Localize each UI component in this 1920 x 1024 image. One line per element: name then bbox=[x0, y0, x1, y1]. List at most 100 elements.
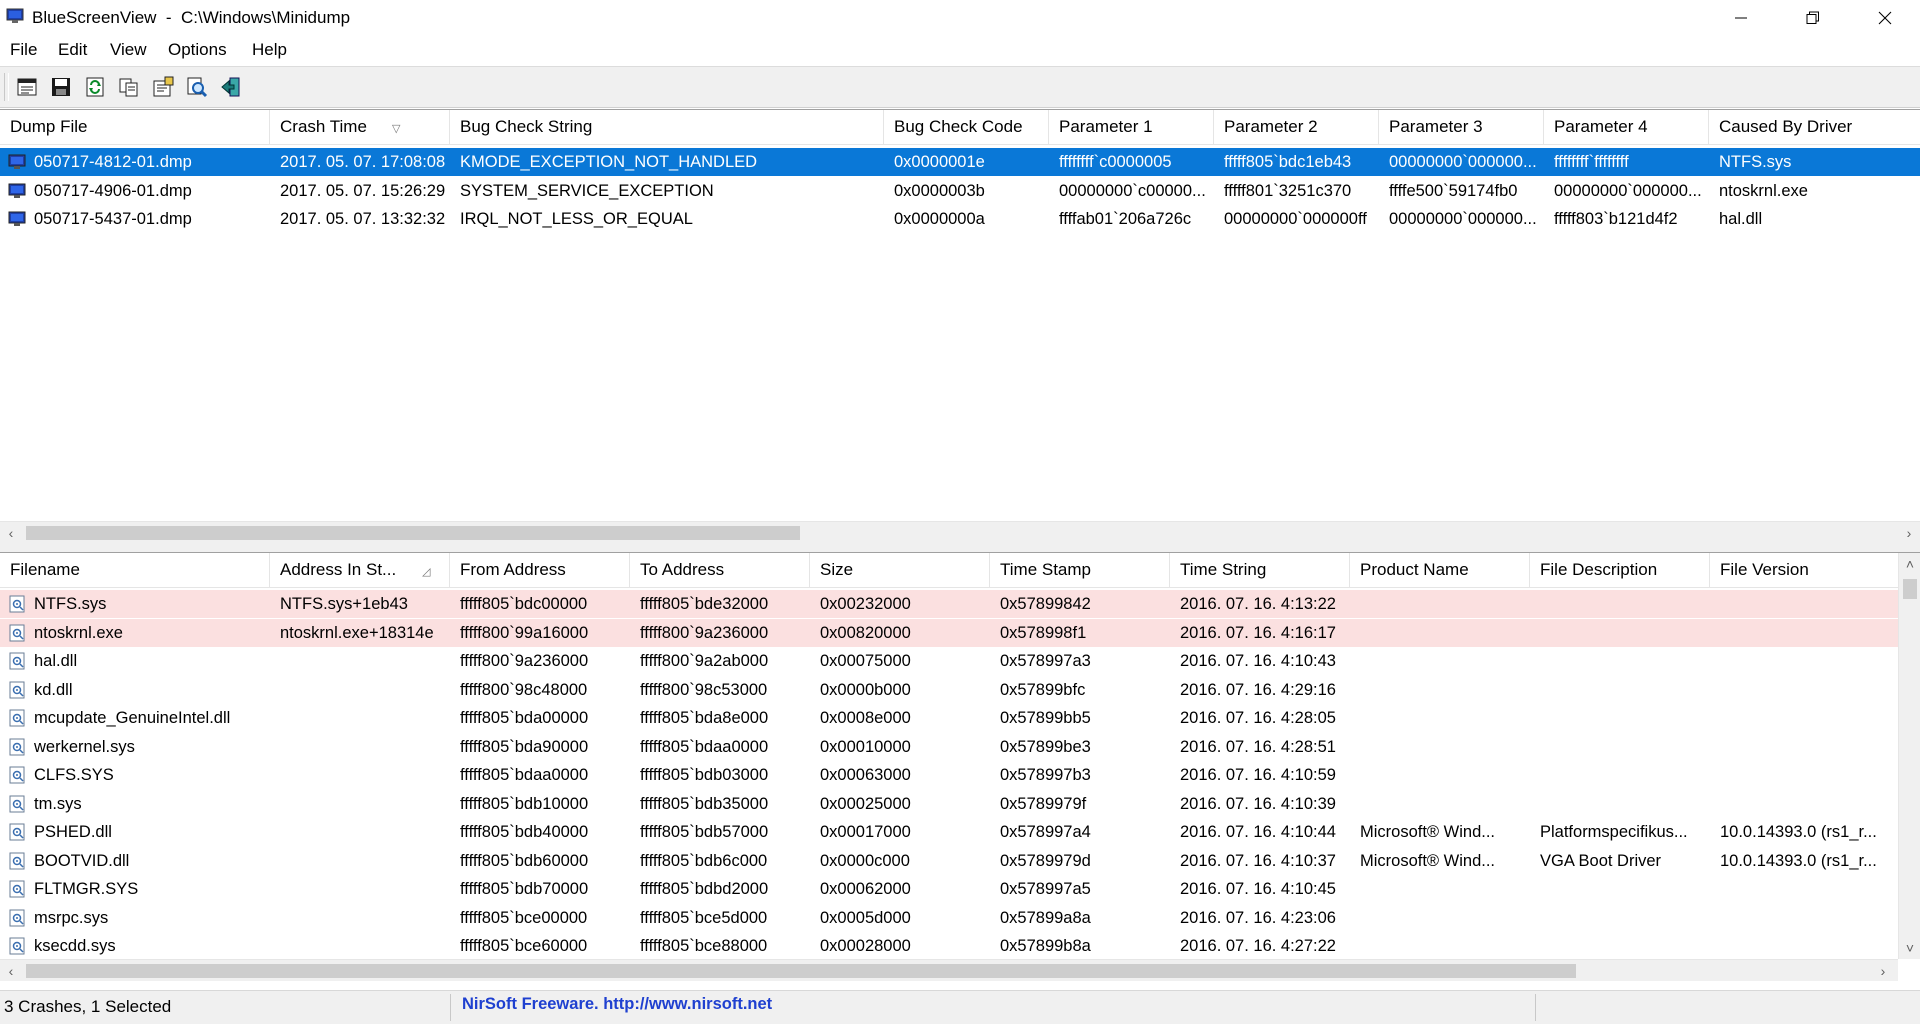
restore-button[interactable] bbox=[1778, 0, 1848, 36]
driver-row[interactable]: BOOTVID.dll fffff805`bdb60000 fffff805`bdb… bbox=[0, 847, 1898, 875]
scroll-right-icon[interactable]: › bbox=[1872, 960, 1894, 981]
driver-row[interactable]: tm.sys fffff805`bdb10000 fffff805`bdb35000… bbox=[0, 790, 1898, 818]
cell-from-address: fffff805`bda90000 bbox=[460, 737, 589, 756]
scroll-right-icon[interactable]: › bbox=[1898, 522, 1920, 544]
cell-time-stamp: 0x57899bfc bbox=[1000, 680, 1086, 699]
cell-parameter-1: 00000000`c00000... bbox=[1059, 181, 1206, 200]
cell-time-stamp: 0x578997a3 bbox=[1000, 652, 1091, 670]
cell-time-stamp: 0x578997b3 bbox=[1000, 766, 1091, 784]
crash-row[interactable]: 050717-4812-01.dmp 2017. 05. 07. 17:08:08… bbox=[0, 148, 1920, 176]
driver-row[interactable]: PSHED.dll fffff805`bdb40000 fffff805`bdb57… bbox=[0, 818, 1898, 846]
cell-size: 0x0008e000 bbox=[820, 709, 911, 727]
col-size[interactable]: Size bbox=[810, 553, 990, 587]
properties-button[interactable] bbox=[149, 73, 177, 101]
driver-row[interactable]: ntoskrnl.exe ntoskrnl.exe+18314e fffff800`… bbox=[0, 618, 1898, 647]
driver-list-vscroll-thumb[interactable] bbox=[1903, 579, 1917, 599]
copy-button[interactable] bbox=[115, 73, 143, 101]
scroll-up-icon[interactable]: ˄ bbox=[1899, 553, 1920, 575]
cell-time-string: 2016. 07. 16. 4:23:06 bbox=[1180, 908, 1336, 927]
col-file-version[interactable]: File Version bbox=[1710, 553, 1898, 587]
driver-list-hscroll[interactable]: ‹ › bbox=[0, 959, 1898, 981]
save-button[interactable] bbox=[47, 73, 75, 101]
col-product-name[interactable]: Product Name bbox=[1350, 553, 1530, 587]
cell-time-stamp: 0x57899a8a bbox=[1000, 908, 1091, 927]
cell-to-address: fffff805`bda8e000 bbox=[640, 709, 769, 727]
col-file-description[interactable]: File Description bbox=[1530, 553, 1710, 587]
nirsoft-link[interactable]: NirSoft Freeware. http://www.nirsoft.net bbox=[462, 995, 772, 1014]
cell-time-string: 2016. 07. 16. 4:10:44 bbox=[1180, 823, 1336, 841]
driver-row[interactable]: mcupdate_GenuineIntel.dll fffff805`bda000… bbox=[0, 704, 1898, 732]
driver-list-header: Filename Address In St... ◿ From Address… bbox=[0, 553, 1898, 588]
pane-splitter[interactable] bbox=[0, 544, 1920, 552]
col-time-string[interactable]: Time String bbox=[1170, 553, 1350, 587]
col-bug-check-code[interactable]: Bug Check Code bbox=[884, 110, 1049, 144]
driver-row[interactable]: CLFS.SYS fffff805`bdaa0000 fffff805`bdb030… bbox=[0, 761, 1898, 789]
col-parameter-1[interactable]: Parameter 1 bbox=[1049, 110, 1214, 144]
cell-file-description bbox=[1530, 619, 1710, 647]
cell-filename: msrpc.sys bbox=[34, 908, 109, 927]
cell-address-in-stack bbox=[270, 676, 450, 704]
scroll-left-icon[interactable]: ‹ bbox=[0, 522, 22, 544]
cell-product-name bbox=[1350, 790, 1530, 818]
col-parameter-3[interactable]: Parameter 3 bbox=[1379, 110, 1544, 144]
col-parameter-2[interactable]: Parameter 2 bbox=[1214, 110, 1379, 144]
cell-address-in-stack bbox=[270, 904, 450, 932]
cell-size: 0x00063000 bbox=[820, 766, 911, 784]
cell-product-name bbox=[1350, 761, 1530, 789]
driver-row[interactable]: werkernel.sys fffff805`bda90000 fffff805`b… bbox=[0, 733, 1898, 761]
cell-file-version bbox=[1710, 704, 1898, 732]
scroll-left-icon[interactable]: ‹ bbox=[0, 960, 22, 981]
driver-list-pane[interactable]: Filename Address In St... ◿ From Address… bbox=[0, 552, 1920, 981]
menu-help[interactable]: Help bbox=[250, 40, 289, 60]
cell-file-version bbox=[1710, 619, 1898, 647]
cell-filename: werkernel.sys bbox=[34, 737, 135, 756]
cell-bug-check-string: IRQL_NOT_LESS_OR_EQUAL bbox=[460, 210, 693, 228]
sort-ascending-icon: ◿ bbox=[422, 566, 431, 578]
crash-row[interactable]: 050717-4906-01.dmp 2017. 05. 07. 15:26:29… bbox=[0, 177, 1920, 205]
html-report-button[interactable] bbox=[13, 73, 41, 101]
driver-row[interactable]: FLTMGR.SYS fffff805`bdb70000 fffff805`bdbd… bbox=[0, 875, 1898, 903]
driver-row[interactable]: NTFS.sys NTFS.sys+1eb43 fffff805`bdc00000 f… bbox=[0, 590, 1898, 618]
cell-filename: ksecdd.sys bbox=[34, 937, 116, 955]
col-to-address[interactable]: To Address bbox=[630, 553, 810, 587]
driver-list-hscroll-thumb[interactable] bbox=[26, 964, 1576, 978]
crash-list-hscroll[interactable]: ‹ › bbox=[0, 521, 1920, 544]
col-crash-time[interactable]: Crash Time bbox=[270, 110, 450, 144]
exit-icon bbox=[221, 77, 240, 97]
cell-filename: mcupdate_GenuineIntel.dll bbox=[34, 709, 231, 727]
col-parameter-4[interactable]: Parameter 4 bbox=[1544, 110, 1709, 144]
menu-view[interactable]: View bbox=[108, 40, 149, 60]
find-button[interactable] bbox=[183, 73, 211, 101]
col-time-stamp[interactable]: Time Stamp bbox=[990, 553, 1170, 587]
close-button[interactable] bbox=[1850, 0, 1920, 36]
cell-to-address: fffff805`bdaa0000 bbox=[640, 737, 769, 756]
refresh-button[interactable] bbox=[81, 73, 109, 101]
cell-product-name bbox=[1350, 704, 1530, 732]
col-bug-check-string[interactable]: Bug Check String bbox=[450, 110, 884, 144]
driver-row[interactable]: ksecdd.sys fffff805`bce60000 fffff805`bce8… bbox=[0, 932, 1898, 960]
menu-options[interactable]: Options bbox=[166, 40, 229, 60]
col-caused-by-driver[interactable]: Caused By Driver bbox=[1709, 110, 1920, 144]
cell-bug-check-code: 0x0000003b bbox=[894, 181, 985, 200]
driver-row[interactable]: kd.dll fffff800`98c48000 fffff800`98c53000… bbox=[0, 676, 1898, 704]
driver-list-vscroll[interactable]: ˄ ˅ bbox=[1898, 553, 1920, 959]
menu-bar: File Edit View Options Help bbox=[0, 36, 1920, 67]
driver-row[interactable]: msrpc.sys fffff805`bce00000 fffff805`bce5d… bbox=[0, 904, 1898, 932]
col-dump-file[interactable]: Dump File bbox=[0, 110, 270, 144]
col-from-address[interactable]: From Address bbox=[450, 553, 630, 587]
col-filename[interactable]: Filename bbox=[0, 553, 270, 587]
menu-file[interactable]: File bbox=[8, 40, 39, 60]
exit-button[interactable] bbox=[217, 73, 245, 101]
crash-row[interactable]: 050717-5437-01.dmp 2017. 05. 07. 13:32:32… bbox=[0, 205, 1920, 233]
crash-list-pane[interactable]: Dump File Crash Time ▽ Bug Check String … bbox=[0, 109, 1920, 545]
cell-time-stamp: 0x578997a4 bbox=[1000, 823, 1091, 841]
driver-row[interactable]: hal.dll fffff800`9a236000 fffff800`9a2ab00… bbox=[0, 647, 1898, 675]
crash-list-hscroll-thumb[interactable] bbox=[26, 526, 800, 540]
scroll-down-icon[interactable]: ˅ bbox=[1899, 937, 1920, 959]
cell-filename: BOOTVID.dll bbox=[34, 851, 130, 870]
cell-caused-by-driver: hal.dll bbox=[1719, 210, 1763, 228]
cell-from-address: fffff805`bdb40000 bbox=[460, 823, 589, 841]
menu-edit[interactable]: Edit bbox=[56, 40, 89, 60]
minimize-button[interactable] bbox=[1706, 0, 1776, 36]
cell-file-version bbox=[1710, 647, 1898, 675]
